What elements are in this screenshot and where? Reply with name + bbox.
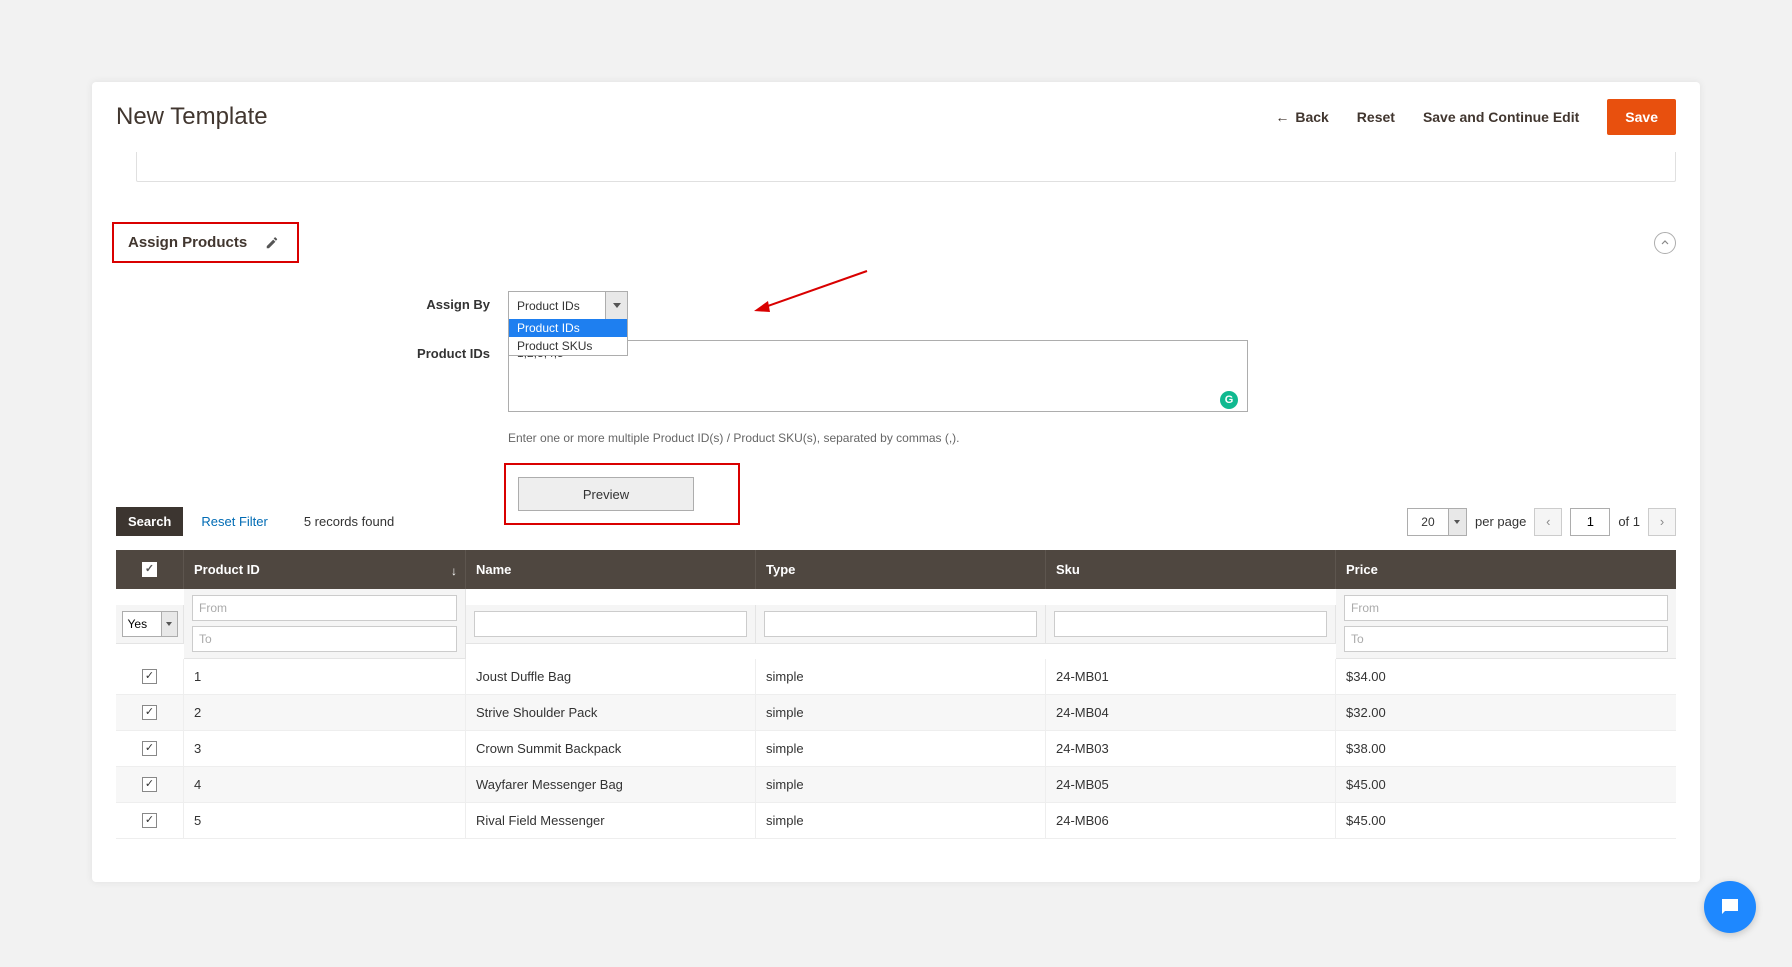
row-checkbox[interactable] <box>142 777 157 792</box>
col-name[interactable]: Name <box>466 550 756 589</box>
preview-highlight-box: Preview <box>504 463 740 525</box>
page-title: New Template <box>116 103 1275 131</box>
cell-sku: 24-MB04 <box>1046 695 1336 731</box>
cell-id: 2 <box>184 695 466 731</box>
option-product-ids[interactable]: Product IDs <box>509 319 627 337</box>
table-filter-row: Yes <box>116 589 1676 659</box>
chevron-down-icon <box>162 611 178 637</box>
assign-by-value: Product IDs <box>509 299 605 313</box>
cell-price: $38.00 <box>1336 731 1676 767</box>
col-checkbox <box>116 550 184 589</box>
filter-sku[interactable] <box>1054 611 1327 637</box>
product-ids-label: Product IDs <box>408 340 508 361</box>
row-checkbox[interactable] <box>142 669 157 684</box>
filter-product-id-from[interactable] <box>192 595 457 621</box>
cell-id: 4 <box>184 767 466 803</box>
table-header-row: Product ID ↓ Name Type Sku Price <box>116 550 1676 589</box>
table-row: 1 Joust Duffle Bag simple 24-MB01 $34.00 <box>116 659 1676 695</box>
filter-product-id-to[interactable] <box>192 626 457 652</box>
cell-id: 3 <box>184 731 466 767</box>
filter-checkbox-select[interactable]: Yes <box>122 611 178 637</box>
cell-id: 5 <box>184 803 466 839</box>
cell-sku: 24-MB03 <box>1046 731 1336 767</box>
chevron-down-icon <box>605 292 627 319</box>
assign-by-label: Assign By <box>408 291 508 312</box>
form-area: Assign By Product IDs Product IDs Produc… <box>116 291 1676 525</box>
row-checkbox[interactable] <box>142 813 157 828</box>
assign-by-select[interactable]: Product IDs <box>508 291 628 320</box>
chat-launcher-button[interactable] <box>1704 881 1756 933</box>
save-button[interactable]: Save <box>1607 99 1676 135</box>
header-bar: New Template ← Back Reset Save and Conti… <box>92 82 1700 152</box>
cell-type: simple <box>756 731 1046 767</box>
option-product-skus[interactable]: Product SKUs <box>509 337 627 355</box>
cell-name: Joust Duffle Bag <box>466 659 756 695</box>
cell-price: $45.00 <box>1336 767 1676 803</box>
pencil-icon <box>265 236 279 250</box>
cell-name: Strive Shoulder Pack <box>466 695 756 731</box>
select-all-checkbox[interactable] <box>142 562 157 577</box>
save-continue-button[interactable]: Save and Continue Edit <box>1423 109 1579 125</box>
cell-type: simple <box>756 659 1046 695</box>
assign-by-dropdown: Product IDs Product SKUs <box>508 319 628 356</box>
collapse-section-button[interactable] <box>1654 232 1676 254</box>
page-card: New Template ← Back Reset Save and Conti… <box>92 82 1700 882</box>
assign-by-select-wrap: Product IDs Product IDs Product SKUs <box>508 291 628 320</box>
filter-price-from[interactable] <box>1344 595 1668 621</box>
assign-by-row: Assign By Product IDs Product IDs Produc… <box>408 291 1676 320</box>
row-checkbox[interactable] <box>142 705 157 720</box>
col-price[interactable]: Price <box>1336 550 1676 589</box>
cell-price: $45.00 <box>1336 803 1676 839</box>
filter-price-to[interactable] <box>1344 626 1668 652</box>
cell-sku: 24-MB06 <box>1046 803 1336 839</box>
header-actions: ← Back Reset Save and Continue Edit Save <box>1275 99 1676 135</box>
row-checkbox[interactable] <box>142 741 157 756</box>
section-title: Assign Products <box>128 234 247 251</box>
filter-name[interactable] <box>474 611 747 637</box>
cell-name: Wayfarer Messenger Bag <box>466 767 756 803</box>
cell-name: Crown Summit Backpack <box>466 731 756 767</box>
table-row: 5 Rival Field Messenger simple 24-MB06 $… <box>116 803 1676 839</box>
cell-price: $32.00 <box>1336 695 1676 731</box>
content-area: Assign Products Assign By Product IDs <box>92 182 1700 525</box>
cell-id: 1 <box>184 659 466 695</box>
col-sku[interactable]: Sku <box>1046 550 1336 589</box>
back-label: Back <box>1295 109 1328 125</box>
section-header-row: Assign Products <box>116 222 1676 263</box>
cell-sku: 24-MB05 <box>1046 767 1336 803</box>
cell-type: simple <box>756 803 1046 839</box>
col-type[interactable]: Type <box>756 550 1046 589</box>
cell-type: simple <box>756 695 1046 731</box>
sort-desc-icon: ↓ <box>451 564 457 578</box>
grammarly-icon: G <box>1220 391 1238 409</box>
table-row: 4 Wayfarer Messenger Bag simple 24-MB05 … <box>116 767 1676 803</box>
table-row: 2 Strive Shoulder Pack simple 24-MB04 $3… <box>116 695 1676 731</box>
table-row: 3 Crown Summit Backpack simple 24-MB03 $… <box>116 731 1676 767</box>
cell-name: Rival Field Messenger <box>466 803 756 839</box>
back-button[interactable]: ← Back <box>1275 109 1328 125</box>
col-product-id[interactable]: Product ID ↓ <box>184 550 466 589</box>
cell-sku: 24-MB01 <box>1046 659 1336 695</box>
products-table: Product ID ↓ Name Type Sku Price Yes <box>116 550 1676 839</box>
help-text: Enter one or more multiple Product ID(s)… <box>508 431 1676 445</box>
arrow-left-icon: ← <box>1275 109 1289 125</box>
cell-type: simple <box>756 767 1046 803</box>
previous-section-bottom <box>136 152 1676 182</box>
filter-type[interactable] <box>764 611 1037 637</box>
reset-button[interactable]: Reset <box>1357 109 1395 125</box>
chat-icon <box>1718 895 1742 919</box>
assign-products-heading-box: Assign Products <box>112 222 299 263</box>
preview-button[interactable]: Preview <box>518 477 694 511</box>
cell-price: $34.00 <box>1336 659 1676 695</box>
